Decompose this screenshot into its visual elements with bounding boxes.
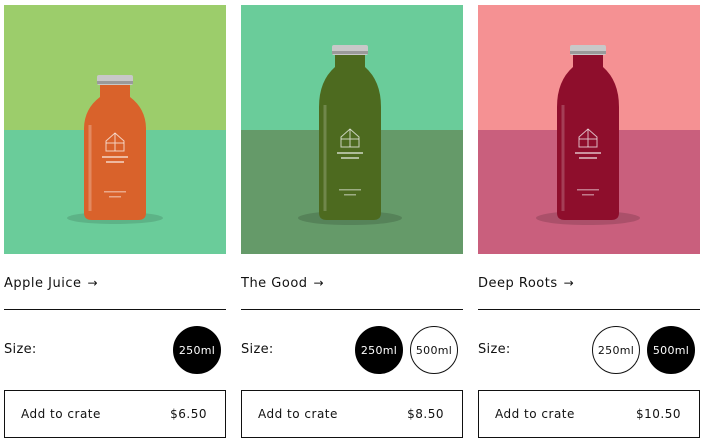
product-card-deep-roots: Deep Roots → Size: 250ml 500ml Add to cr… [478, 5, 700, 438]
product-card-apple-juice: Apple Juice → Size: 250ml Add to crate $… [4, 5, 226, 438]
product-image[interactable] [478, 5, 700, 254]
arrow-right-icon: → [313, 276, 325, 290]
add-to-crate-button[interactable]: Add to crate $8.50 [241, 390, 463, 438]
size-label: Size: [4, 342, 37, 357]
add-to-crate-label: Add to crate [258, 407, 338, 421]
add-to-crate-button[interactable]: Add to crate $6.50 [4, 390, 226, 438]
product-card-the-good: The Good → Size: 250ml 500ml Add to crat… [241, 5, 463, 438]
product-title: Apple Juice [4, 275, 82, 291]
add-to-crate-label: Add to crate [495, 407, 575, 421]
price: $6.50 [170, 407, 207, 421]
product-title: Deep Roots [478, 275, 558, 291]
add-to-crate-button[interactable]: Add to crate $10.50 [478, 390, 700, 438]
arrow-right-icon: → [87, 276, 99, 290]
product-title-link[interactable]: Apple Juice → [4, 273, 98, 293]
product-title-link[interactable]: The Good → [241, 273, 324, 293]
juice-bottle-icon [67, 75, 163, 224]
product-image[interactable] [241, 5, 463, 254]
divider [478, 309, 700, 310]
size-label: Size: [478, 342, 511, 357]
size-option-250ml[interactable]: 250ml [173, 326, 221, 374]
size-option-250ml[interactable]: 250ml [355, 326, 403, 374]
size-option-500ml[interactable]: 500ml [410, 326, 458, 374]
juice-bottle-icon [298, 45, 402, 225]
arrow-right-icon: → [563, 276, 575, 290]
divider [241, 309, 463, 310]
juice-bottle-icon [536, 45, 640, 225]
product-title-link[interactable]: Deep Roots → [478, 273, 574, 293]
divider [4, 309, 226, 310]
size-option-500ml[interactable]: 500ml [647, 326, 695, 374]
product-image[interactable] [4, 5, 226, 254]
add-to-crate-label: Add to crate [21, 407, 101, 421]
size-label: Size: [241, 342, 274, 357]
price: $8.50 [407, 407, 444, 421]
product-title: The Good [241, 275, 308, 291]
size-option-250ml[interactable]: 250ml [592, 326, 640, 374]
price: $10.50 [636, 407, 681, 421]
